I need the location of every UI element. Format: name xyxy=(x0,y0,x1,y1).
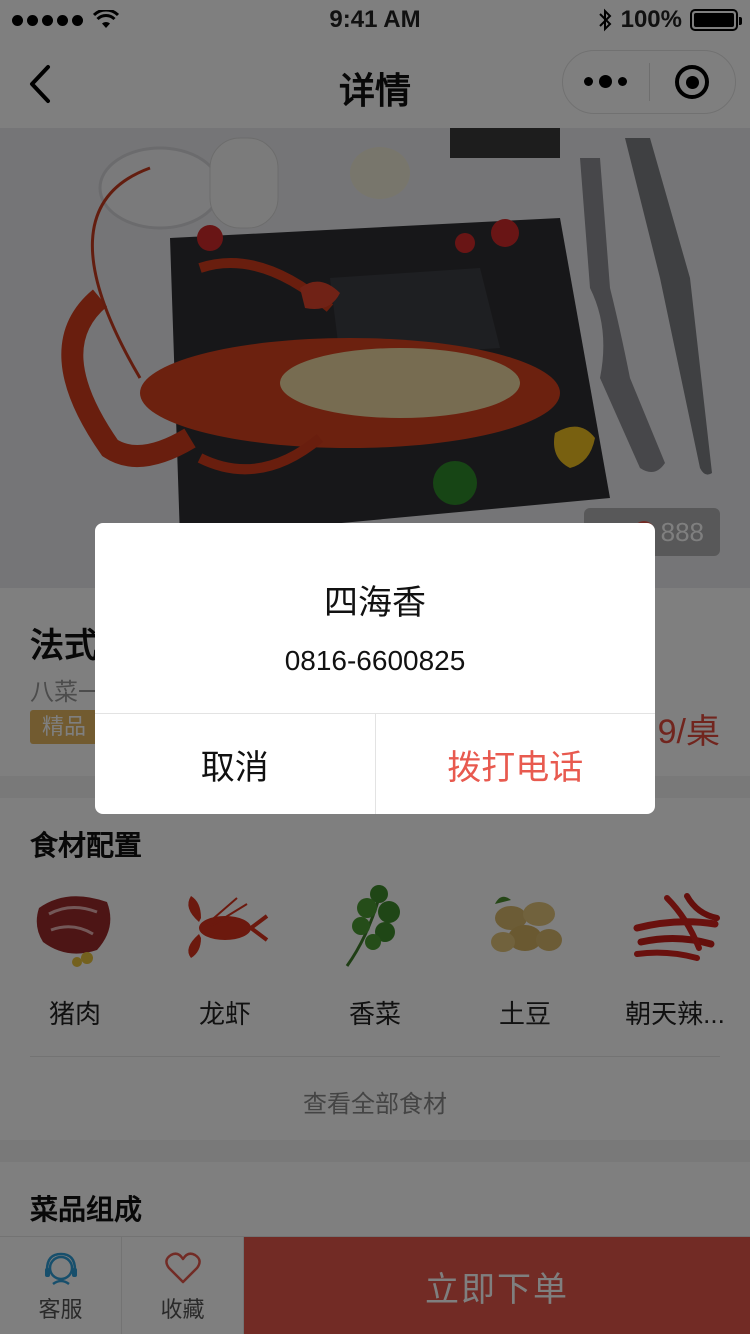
detail-page: 9:41 AM 100% 详情 xyxy=(0,0,750,1334)
dialog-buttons: 取消 拨打电话 xyxy=(95,714,655,814)
call-dialog: 四海香 0816-6600825 取消 拨打电话 xyxy=(95,523,655,814)
dialog-phone-number: 0816-6600825 xyxy=(284,645,466,676)
dialog-title: 四海香 xyxy=(324,584,426,622)
call-button[interactable]: 拨打电话 xyxy=(376,714,656,814)
cancel-button[interactable]: 取消 xyxy=(95,714,376,814)
